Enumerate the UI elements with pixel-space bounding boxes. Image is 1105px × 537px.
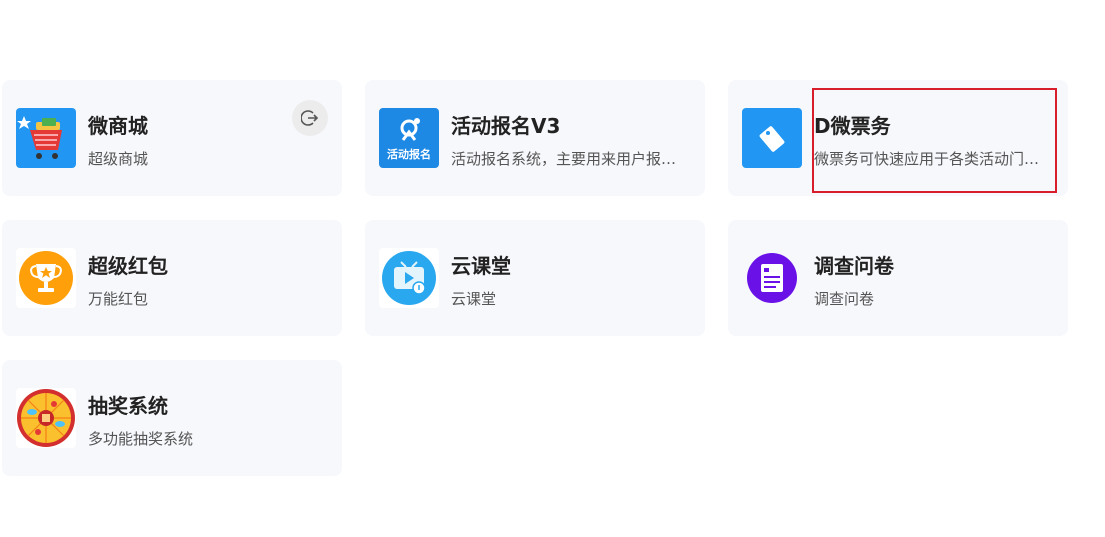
app-title: 活动报名V3: [451, 114, 561, 138]
app-title: 抽奖系统: [88, 394, 168, 418]
shopping-cart-icon: [16, 108, 76, 168]
app-card-classroom[interactable]: 云课堂 云课堂: [365, 220, 705, 336]
app-card-survey[interactable]: 调查问卷 调查问卷: [728, 220, 1068, 336]
ticket-tag-icon: [742, 108, 802, 168]
app-description: 云课堂: [451, 290, 497, 308]
app-card-redpacket[interactable]: 超级红包 万能红包: [2, 220, 342, 336]
app-description: 调查问卷: [814, 290, 875, 308]
video-play-icon: [379, 248, 439, 308]
trophy-icon: [16, 248, 76, 308]
app-title: 超级红包: [88, 254, 168, 278]
app-description: 多功能抽奖系统: [88, 430, 194, 448]
app-title: 云课堂: [451, 254, 511, 278]
app-description: 万能红包: [88, 290, 149, 308]
selection-highlight: [812, 88, 1057, 193]
app-title: 调查问卷: [814, 254, 894, 278]
logout-icon: [301, 110, 319, 126]
app-card-mall[interactable]: 微商城 超级商城: [2, 80, 342, 196]
lottery-wheel-icon: [16, 388, 76, 448]
app-description: 超级商城: [88, 150, 149, 168]
app-card-lottery[interactable]: 抽奖系统 多功能抽奖系统: [2, 360, 342, 476]
exit-button[interactable]: [292, 100, 328, 136]
icon-label: 活动报名: [387, 148, 431, 161]
app-title: 微商城: [88, 114, 148, 138]
app-card-signup[interactable]: 活动报名 活动报名V3 活动报名系统，主要用来用户报名活动: [365, 80, 705, 196]
activity-signup-icon: 活动报名: [379, 108, 439, 168]
document-icon: [742, 248, 802, 308]
app-description: 活动报名系统，主要用来用户报名活动: [451, 150, 689, 168]
